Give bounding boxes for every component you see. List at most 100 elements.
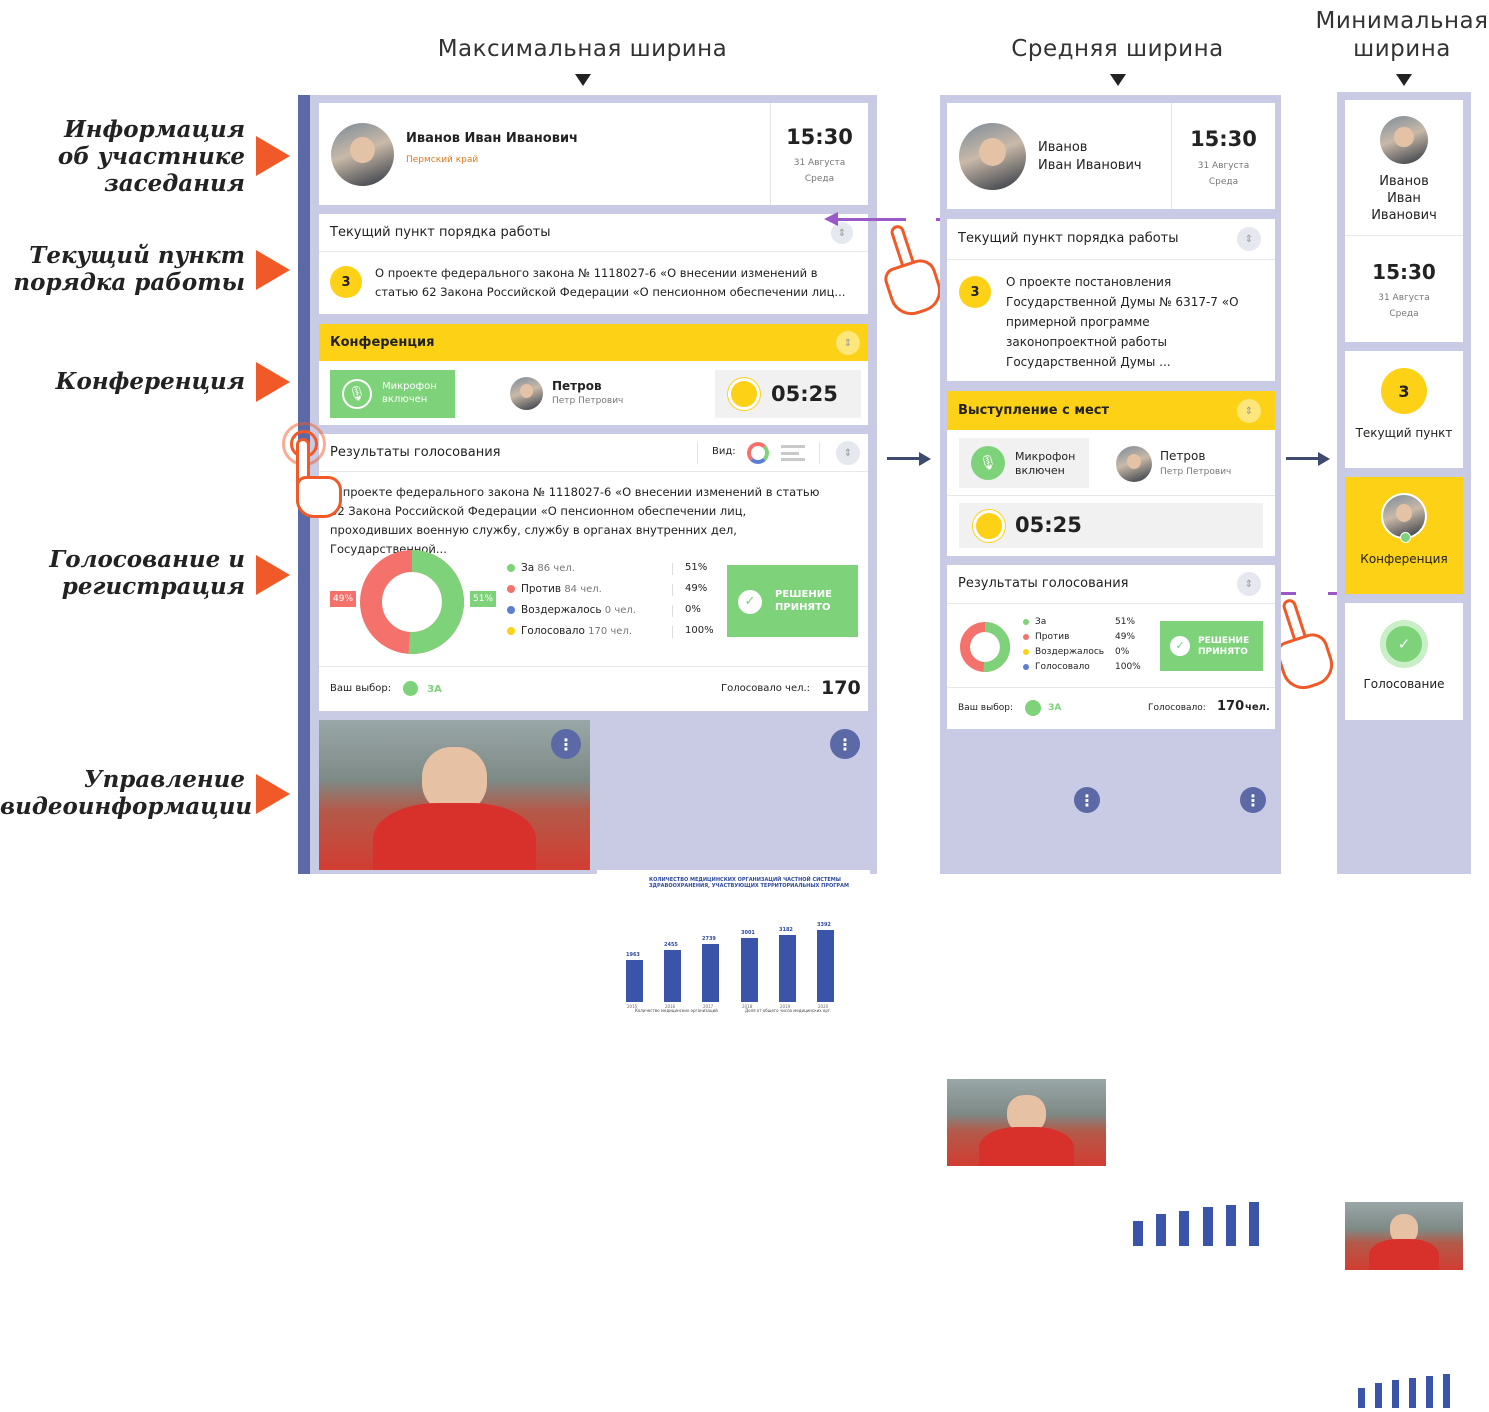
legend-label: Воздержалось (521, 604, 602, 616)
legend-pct: 100% (685, 625, 714, 636)
microphone-button[interactable]: 🎙 Микрофон включен (330, 370, 455, 418)
chart-bar (1133, 1221, 1143, 1246)
chart-bar (1179, 1211, 1189, 1246)
divider (1171, 103, 1172, 209)
vote-legend-row: Воздержалось 0% (1023, 647, 1149, 662)
chart-bar (1226, 1205, 1236, 1246)
legend-dot (1023, 618, 1029, 625)
participant-card: Иванов Иван Иванович 15:30 31 Августа Ср… (1345, 100, 1463, 342)
collapse-icon[interactable]: ⇕ (836, 441, 860, 465)
chart-legend-2: Доля от общего числа медицинских орг. (745, 1008, 832, 1013)
video-menu-icon[interactable]: ⋮ (1074, 787, 1100, 813)
voting-text: О проекте федерального закона № 1118027-… (330, 485, 820, 556)
divider (819, 442, 820, 464)
vote-legend-row: Голосовало 100% (1023, 662, 1149, 677)
agenda-text: О проекте постановления Государственной … (1006, 275, 1239, 369)
decision-line-2: ПРИНЯТО (775, 602, 831, 613)
your-choice-label: Ваш выбор: (330, 683, 392, 694)
microphone-icon (1400, 532, 1411, 543)
video-speaker-feed[interactable] (947, 1079, 1106, 1166)
header-min-width-2: ширина (1353, 36, 1451, 62)
avatar (1380, 116, 1428, 164)
voted-total: 170 (821, 677, 861, 699)
microphone-status-2: включен (382, 394, 428, 405)
legend-divider (672, 605, 673, 617)
clock-time: 15:30 (1190, 127, 1257, 151)
decision-badge: ✓ РЕШЕНИЕ ПРИНЯТО (1160, 621, 1263, 671)
divider (947, 495, 1275, 496)
agenda-title: Текущий пункт порядка работы (330, 225, 551, 240)
header-max-width: Максимальная ширина (437, 36, 728, 62)
collapse-icon[interactable]: ⇕ (1237, 227, 1261, 251)
voting-card: Результаты голосования Вид: ⇕ О проекте … (319, 434, 868, 711)
legend-unit: чел. (580, 584, 602, 595)
speaker-surname: Петров (552, 379, 602, 393)
video-speaker-feed[interactable] (1345, 1202, 1463, 1270)
your-choice-value: ЗА (427, 684, 442, 695)
video-speaker-feed[interactable] (319, 720, 590, 870)
chart-bar-value: 3392 (817, 922, 831, 928)
timer-value: 05:25 (1015, 513, 1082, 537)
voted-total: 170 (1217, 699, 1245, 714)
chart-bar (1203, 1207, 1213, 1246)
donut-view-icon[interactable] (747, 442, 769, 464)
agenda-number-badge: 3 (330, 266, 362, 298)
chart-bars: 1963 2015 2455 2016 2739 2017 3001 2018 3182 2019… (615, 910, 845, 1009)
divider (697, 442, 698, 464)
side-label-agenda: Текущий пункт порядка работы (13, 242, 245, 296)
legend-dot (1023, 663, 1029, 670)
chart-bar (1443, 1374, 1450, 1408)
clock-weekday: Среда (1389, 309, 1419, 319)
speaker-avatar (1116, 446, 1152, 482)
legend-dot (507, 627, 515, 635)
legend-dot (507, 606, 515, 614)
participant-card: Иванов Иван Иванович Пермский край 15:30… (319, 103, 868, 205)
chart-legend-1: Количество медицинских организаций (635, 1008, 718, 1013)
chart-bar-value: 2455 (664, 942, 678, 948)
chart-bar (779, 935, 796, 1002)
voting-tile[interactable]: ✓ Голосование (1345, 603, 1463, 720)
microphone-icon: 🎙 (971, 446, 1005, 480)
header-max-arrow (575, 74, 591, 86)
vote-legend-row: Против 49% (1023, 632, 1149, 647)
list-view-icon[interactable] (781, 445, 805, 461)
agenda-tile[interactable]: 3 Текущий пункт (1345, 351, 1463, 468)
conference-tile[interactable]: Конференция (1345, 477, 1463, 594)
microphone-button[interactable]: 🎙 Микрофон включен (959, 438, 1089, 488)
decision-badge: ✓ РЕШЕНИЕ ПРИНЯТО (727, 565, 858, 637)
video-chart-feed[interactable] (1345, 1346, 1463, 1412)
video-menu-icon[interactable]: ⋮ (551, 729, 581, 759)
touch-hand-icon (278, 420, 344, 520)
video-chart-feed[interactable]: КОЛИЧЕСТВО МЕДИЦИНСКИХ ОРГАНИЗАЦИЙ ЧАСТН… (597, 870, 870, 1020)
side-label-participant: Информация об участнике заседания (57, 116, 245, 197)
vote-legend: За 86 чел. 51% Против 84 чел. 49% Воздержало… (507, 562, 717, 646)
chart-bar (626, 960, 643, 1002)
legend-count: 86 (537, 563, 551, 574)
vote-legend-row: За 51% (1023, 617, 1149, 632)
video-chart-feed[interactable] (1114, 1166, 1275, 1253)
collapse-icon[interactable]: ⇕ (836, 331, 860, 355)
voted-label: Голосовало: (1148, 703, 1206, 713)
speaker-given-name: Петр Петрович (552, 396, 624, 406)
voting-card: Результаты голосования ⇕ За 51% Против 49% В… (947, 565, 1275, 729)
agenda-short-label: Текущий пункт (1355, 426, 1453, 440)
voting-title: Результаты голосования (330, 445, 501, 460)
legend-dot (507, 564, 515, 572)
divider (319, 666, 868, 667)
collapse-icon[interactable]: ⇕ (1237, 399, 1261, 423)
arrow-to-min-head (1318, 452, 1330, 466)
vote-legend-row: За 86 чел. 51% (507, 562, 717, 583)
voted-label: Голосовало чел.: (721, 683, 811, 694)
chart-bar (1358, 1388, 1365, 1408)
collapse-icon[interactable]: ⇕ (1237, 572, 1261, 596)
swipe-arrow-left-head (824, 212, 838, 226)
chart-bar (817, 930, 834, 1002)
header-min-width-1: Минимальная (1315, 8, 1489, 34)
vote-donut-chart (360, 550, 464, 654)
side-arrow-conference (256, 362, 290, 402)
legend-dot (1023, 633, 1029, 640)
conference-title: Конференция (330, 335, 435, 350)
video-menu-icon[interactable]: ⋮ (1240, 787, 1266, 813)
legend-count: 84 (564, 584, 578, 595)
video-menu-icon[interactable]: ⋮ (830, 729, 860, 759)
